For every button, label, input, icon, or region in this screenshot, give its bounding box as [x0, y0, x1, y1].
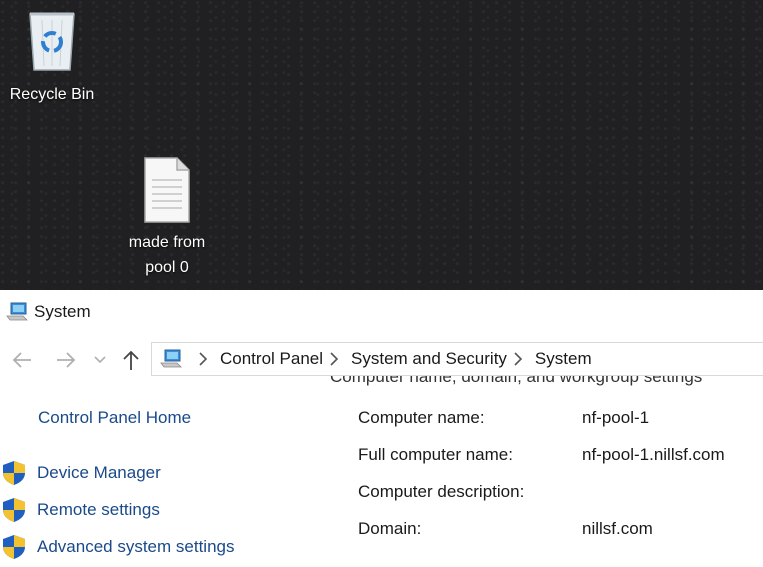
breadcrumb-system-and-security[interactable]: System and Security — [351, 349, 507, 369]
chevron-right-icon[interactable] — [329, 352, 339, 366]
system-window: System Control Panel System and Security… — [0, 290, 763, 567]
window-title: System — [34, 302, 91, 321]
chevron-right-icon[interactable] — [198, 352, 208, 366]
forward-arrow-icon — [57, 352, 76, 368]
forward-button[interactable] — [52, 346, 80, 374]
info-label: Full computer name: — [358, 445, 513, 464]
chevron-down-icon — [94, 356, 106, 364]
back-button[interactable] — [8, 346, 36, 374]
desktop: Recycle Bin made from pool 0 — [0, 0, 763, 290]
breadcrumb-control-panel[interactable]: Control Panel — [220, 349, 323, 369]
recycle-bin-shortcut[interactable]: Recycle Bin — [4, 8, 100, 107]
text-file-label: made from pool 0 — [128, 234, 206, 276]
system-computer-icon — [6, 302, 28, 321]
section-heading: Computer name, domain, and workgroup set… — [330, 376, 703, 386]
info-label: Computer description: — [358, 482, 525, 501]
device-manager-label: Device Manager — [37, 463, 161, 482]
title-bar[interactable]: System — [0, 290, 763, 334]
info-value: nf-pool-1.nillsf.com — [582, 445, 725, 464]
info-value: nillsf.com — [582, 519, 653, 538]
navigation-bar: Control Panel System and Security System — [0, 340, 763, 380]
info-label: Domain: — [358, 519, 422, 538]
device-manager-link[interactable]: Device Manager — [2, 460, 161, 486]
text-file-shortcut[interactable]: made from pool 0 — [112, 156, 222, 280]
uac-shield-icon — [3, 498, 25, 522]
text-document-icon — [144, 157, 190, 223]
up-button[interactable] — [118, 346, 144, 374]
remote-settings-link[interactable]: Remote settings — [2, 497, 160, 523]
advanced-system-settings-label: Advanced system settings — [37, 537, 235, 556]
recycle-bin-icon — [29, 12, 75, 71]
uac-shield-icon — [3, 461, 25, 485]
info-value: nf-pool-1 — [582, 408, 650, 427]
info-label: Computer name: — [358, 408, 485, 427]
address-bar[interactable]: Control Panel System and Security System — [151, 342, 763, 376]
system-computer-icon — [160, 349, 182, 368]
chevron-right-icon[interactable] — [513, 352, 523, 366]
control-panel-home-link[interactable]: Control Panel Home — [38, 408, 191, 428]
recent-locations-button[interactable] — [92, 346, 108, 374]
back-arrow-icon — [12, 352, 31, 368]
uac-shield-icon — [3, 535, 25, 559]
recycle-bin-label: Recycle Bin — [9, 86, 95, 103]
breadcrumb-system[interactable]: System — [535, 349, 592, 369]
up-arrow-icon — [123, 350, 139, 370]
advanced-system-settings-link[interactable]: Advanced system settings — [2, 534, 234, 560]
remote-settings-label: Remote settings — [37, 500, 160, 519]
